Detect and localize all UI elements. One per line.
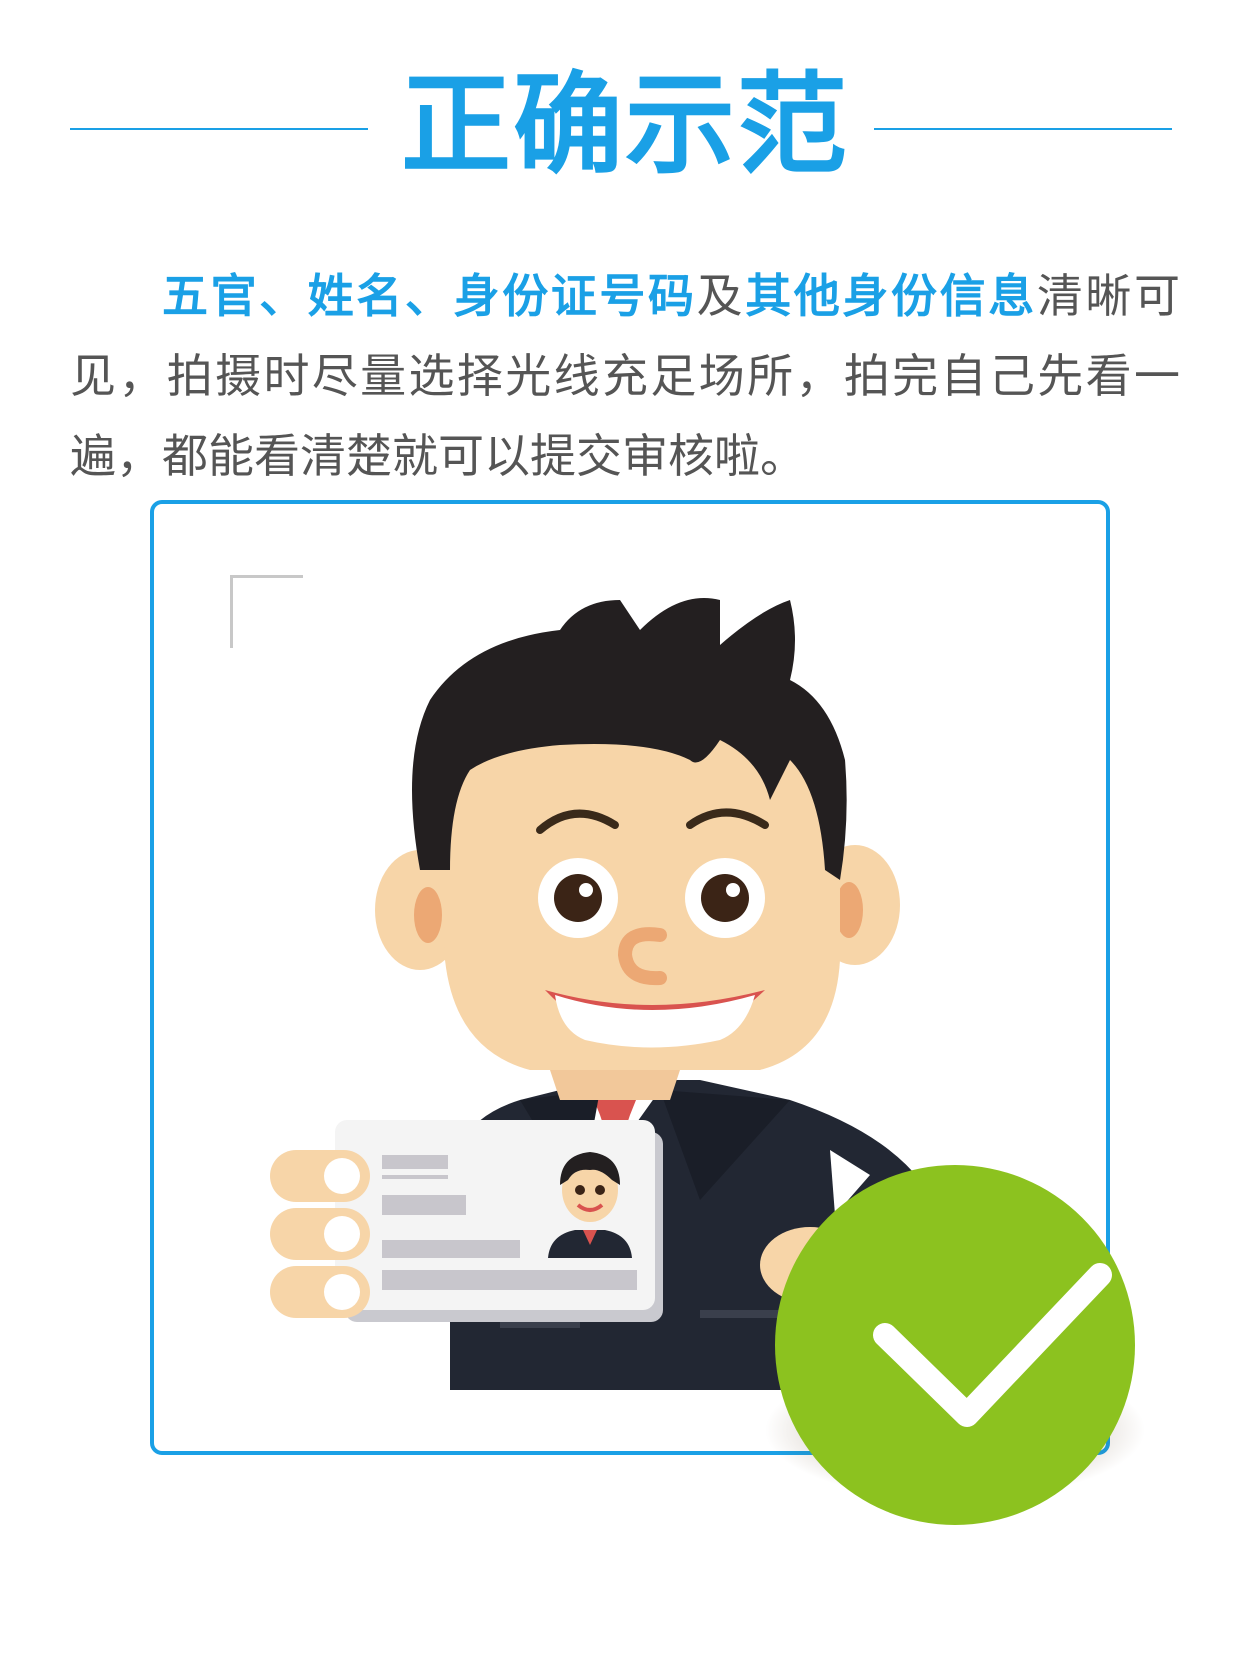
id-card [335, 1120, 663, 1322]
man-holding-id-card-illustration [270, 598, 1145, 1525]
left-hand-fingers [270, 1150, 370, 1318]
